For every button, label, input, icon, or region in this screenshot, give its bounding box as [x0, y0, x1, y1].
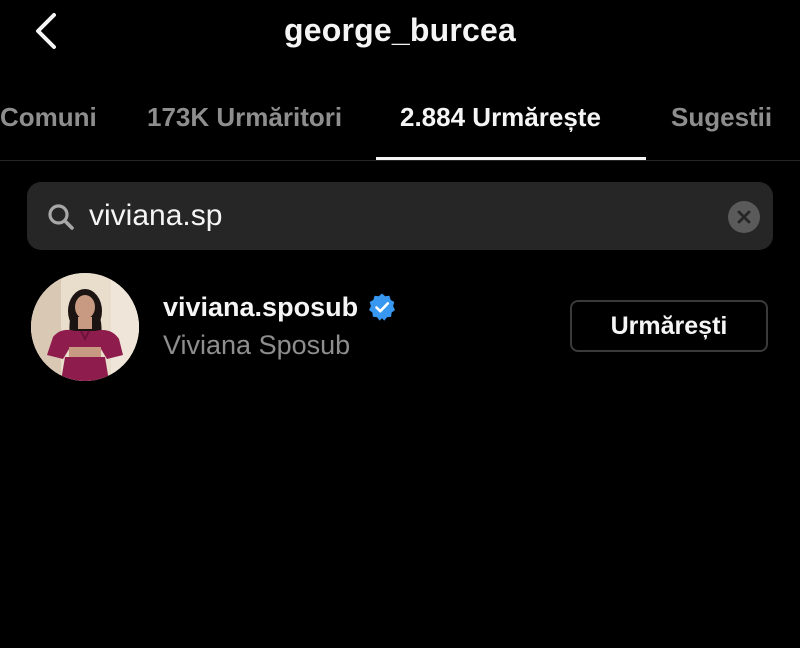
clear-icon — [737, 210, 751, 224]
result-username[interactable]: viviana.sposub — [163, 292, 358, 322]
search-bar — [27, 182, 773, 250]
tab-mutual[interactable]: Comuni — [0, 102, 97, 133]
active-tab-indicator — [376, 157, 646, 160]
clear-search-button[interactable] — [728, 201, 760, 233]
search-icon — [47, 203, 75, 231]
top-bar: george_burcea — [0, 0, 800, 70]
verified-badge-icon — [367, 292, 397, 322]
tab-bar: Comuni 173K Urmăritori 2.884 Urmărește S… — [0, 78, 800, 161]
avatar[interactable] — [31, 273, 139, 381]
search-input[interactable] — [89, 192, 709, 240]
following-button[interactable]: Urmărești — [570, 300, 768, 352]
search-result-row[interactable]: viviana.sposub Viviana Sposub Urmărești — [0, 266, 800, 390]
result-full-name: Viviana Sposub — [163, 330, 351, 360]
tab-suggestions[interactable]: Sugestii — [671, 102, 772, 133]
profile-username-title: george_burcea — [283, 12, 517, 48]
tab-following[interactable]: 2.884 Urmărește — [400, 102, 601, 133]
username-line: viviana.sposub — [163, 292, 397, 323]
tab-followers[interactable]: 173K Urmăritori — [147, 102, 342, 133]
